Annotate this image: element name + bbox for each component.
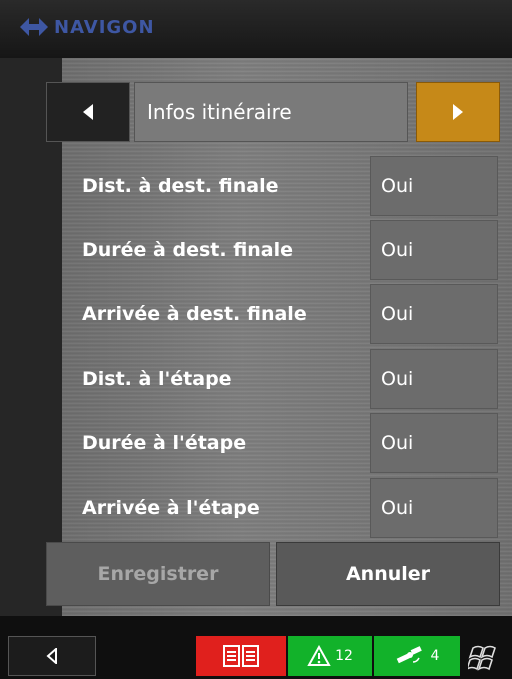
setting-value-toggle[interactable]: Oui bbox=[370, 413, 498, 473]
setting-row: Arrivée à l'étape Oui bbox=[62, 477, 498, 539]
setting-value-toggle[interactable]: Oui bbox=[370, 349, 498, 409]
navigon-logo: NAVIGON bbox=[20, 16, 155, 38]
setting-label: Dist. à l'étape bbox=[82, 368, 232, 390]
warning-count: 12 bbox=[335, 648, 353, 664]
setting-row: Dist. à dest. finale Oui bbox=[62, 155, 498, 217]
navigon-diamond-icon bbox=[20, 18, 48, 36]
setting-label: Durée à dest. finale bbox=[82, 239, 294, 261]
setting-label: Arrivée à dest. finale bbox=[82, 303, 307, 325]
warning-triangle-icon bbox=[307, 645, 331, 666]
gps-status-button[interactable]: 4 bbox=[374, 636, 460, 676]
triangle-left-icon bbox=[83, 104, 93, 120]
setting-value-toggle[interactable]: Oui bbox=[370, 220, 498, 280]
setting-row: Durée à l'étape Oui bbox=[62, 412, 498, 474]
logo-text: NAVIGON bbox=[54, 16, 155, 38]
previous-page-button[interactable] bbox=[46, 82, 130, 142]
status-bar: 12 4 bbox=[0, 616, 512, 679]
page-navigator: Infos itinéraire bbox=[46, 82, 500, 142]
setting-value-toggle[interactable]: Oui bbox=[370, 284, 498, 344]
traffic-warnings-button[interactable]: 12 bbox=[288, 636, 372, 676]
setting-value-toggle[interactable]: Oui bbox=[370, 478, 498, 538]
back-arrow-icon bbox=[46, 648, 57, 664]
satellite-icon bbox=[396, 646, 422, 664]
windows-logo-icon[interactable] bbox=[468, 640, 502, 674]
setting-value-toggle[interactable]: Oui bbox=[370, 156, 498, 216]
setting-label: Durée à l'étape bbox=[82, 432, 247, 454]
save-button[interactable]: Enregistrer bbox=[46, 542, 270, 606]
page-title: Infos itinéraire bbox=[134, 82, 408, 142]
setting-label: Dist. à dest. finale bbox=[82, 175, 279, 197]
tmc-book-button[interactable] bbox=[196, 636, 286, 676]
setting-row: Durée à dest. finale Oui bbox=[62, 219, 498, 281]
setting-row: Dist. à l'étape Oui bbox=[62, 348, 498, 410]
cancel-button[interactable]: Annuler bbox=[276, 542, 500, 606]
header-bar: NAVIGON bbox=[0, 0, 512, 58]
satellite-count: 4 bbox=[430, 648, 440, 664]
next-page-button[interactable] bbox=[416, 82, 500, 142]
setting-row: Arrivée à dest. finale Oui bbox=[62, 283, 498, 345]
back-button[interactable] bbox=[8, 636, 96, 676]
triangle-right-icon bbox=[453, 104, 463, 120]
book-icon bbox=[223, 645, 259, 667]
setting-label: Arrivée à l'étape bbox=[82, 497, 260, 519]
